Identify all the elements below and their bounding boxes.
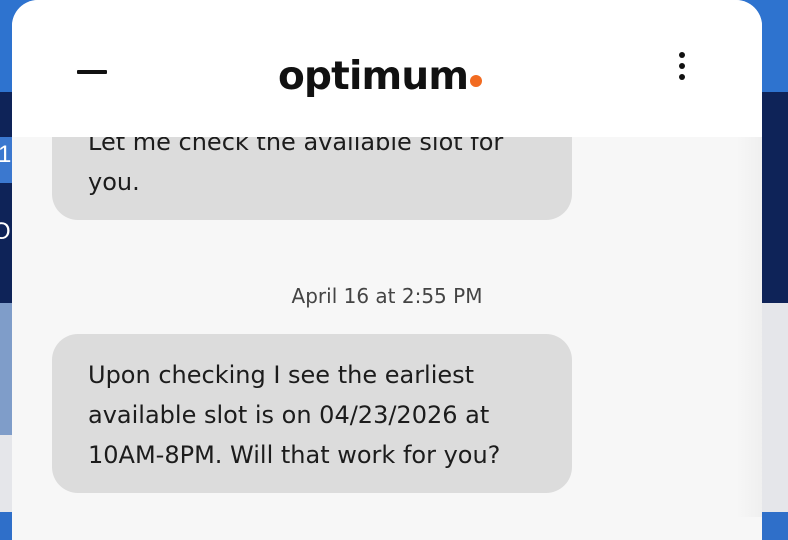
agent-message-bubble: Upon checking I see the earliest availab… <box>52 334 572 493</box>
more-options-button[interactable] <box>668 46 696 86</box>
message-text-line: available slot is on 04/23/2026 at <box>88 401 490 429</box>
brand-name: optimum <box>278 54 469 99</box>
message-text-line: 10AM-8PM. Will that work for you? <box>88 441 501 469</box>
scroll-area-edge <box>736 137 762 517</box>
vertical-ellipsis-icon <box>679 52 685 58</box>
vertical-ellipsis-icon <box>679 63 685 69</box>
message-timestamp: April 16 at 2:55 PM <box>291 284 483 308</box>
minimize-button[interactable] <box>72 50 112 94</box>
chat-widget: Let me check the available slot for you.… <box>12 0 762 540</box>
vertical-ellipsis-icon <box>679 74 685 80</box>
background-text-fragment: 1 <box>0 141 12 168</box>
minus-icon <box>77 70 107 74</box>
message-text-line: you. <box>88 168 140 196</box>
optimum-logo: optimum <box>278 44 483 99</box>
background-text-fragment: O <box>0 218 11 245</box>
chat-header: optimum <box>12 0 762 137</box>
brand-dot <box>470 75 483 87</box>
background-page-panel <box>0 303 12 435</box>
message-text-line: Upon checking I see the earliest <box>88 361 475 389</box>
